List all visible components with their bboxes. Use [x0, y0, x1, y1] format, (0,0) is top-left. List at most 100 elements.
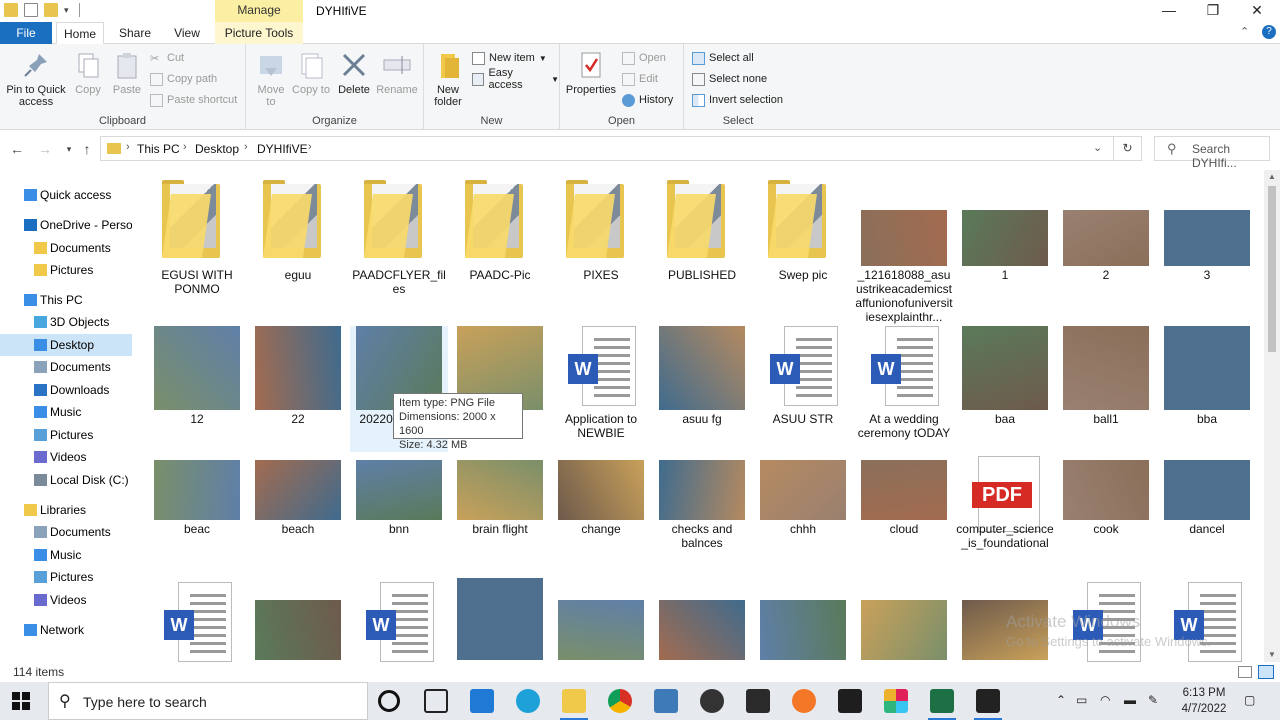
file-item[interactable] — [552, 578, 650, 662]
file-item[interactable] — [855, 578, 953, 662]
windows-start-icon[interactable] — [12, 692, 30, 710]
sidebar-item-onedrive-person[interactable]: OneDrive - Person — [0, 214, 132, 236]
slack-icon[interactable] — [884, 689, 908, 713]
file-explorer-icon[interactable] — [560, 689, 588, 720]
pen-icon[interactable]: ✎ — [1148, 693, 1158, 707]
cortana-icon[interactable] — [378, 690, 400, 712]
copy-to-button[interactable]: Copy to — [292, 50, 330, 96]
folder-item[interactable]: PAADCFLYER_files — [350, 180, 448, 330]
pin-quick-access-button[interactable]: Pin to Quick access — [4, 50, 68, 108]
taskbar-search-input[interactable]: ⚲ Type here to search — [48, 682, 368, 720]
sidebar-item-videos[interactable]: Videos — [0, 589, 132, 611]
search-input[interactable]: ⚲ Search DYHIfi... — [1154, 136, 1270, 170]
tab-share[interactable]: Share — [112, 22, 158, 44]
vertical-scrollbar[interactable]: ▲ ▼ — [1264, 170, 1280, 662]
address-bar[interactable]: › This PC › Desktop › DYHIfiVE › ⌄ — [100, 136, 1114, 161]
file-item[interactable]: asuu fg — [653, 326, 751, 452]
mail-icon[interactable] — [470, 689, 494, 713]
file-item[interactable]: checks and balnces — [653, 452, 751, 578]
details-view-icon[interactable] — [1238, 666, 1252, 678]
properties-check-icon[interactable] — [24, 3, 38, 17]
taskbar-clock[interactable]: 6:13 PM 4/7/2022 — [1172, 685, 1236, 717]
select-all-button[interactable]: Select all — [692, 49, 754, 67]
sidebar-item-quick-access[interactable]: Quick access — [0, 184, 132, 206]
copy-path-button[interactable]: Copy path — [150, 70, 217, 88]
file-item[interactable]: baa — [956, 326, 1054, 452]
delete-button[interactable]: Delete — [334, 50, 374, 96]
file-item[interactable]: beach — [249, 452, 347, 578]
battery-icon[interactable]: ▬ — [1124, 693, 1136, 707]
close-button[interactable]: ✕ — [1234, 0, 1280, 22]
sticky-app-icon[interactable] — [974, 689, 1002, 720]
sidebar-item-libraries[interactable]: Libraries — [0, 499, 132, 521]
sidebar-item-pictures[interactable]: Pictures — [0, 424, 132, 446]
paste-shortcut-button[interactable]: Paste shortcut — [150, 91, 237, 109]
file-item[interactable]: change — [552, 452, 650, 578]
folder-item[interactable]: EGUSI WITH PONMO — [148, 180, 246, 330]
refresh-icon[interactable]: ↻ — [1114, 136, 1142, 161]
wifi-icon[interactable]: ◠ — [1100, 693, 1110, 707]
folder-item[interactable]: PIXES — [552, 180, 650, 330]
manage-context-tab[interactable]: Manage — [215, 0, 303, 22]
file-item[interactable]: chhh — [754, 452, 852, 578]
file-item[interactable]: 2 — [1057, 180, 1155, 330]
edge-icon[interactable] — [516, 689, 540, 713]
sidebar-item-music[interactable]: Music — [0, 544, 132, 566]
large-icons-view-icon[interactable] — [1258, 665, 1274, 679]
file-item[interactable]: beac — [148, 452, 246, 578]
properties-button[interactable]: Properties — [564, 50, 618, 96]
file-item[interactable]: _121618088_asuustrikeacademicstaffuniono… — [855, 180, 953, 330]
cut-button[interactable]: ✂ Cut — [150, 49, 184, 67]
minimize-button[interactable]: — — [1146, 0, 1192, 22]
file-item[interactable]: ball1 — [1057, 326, 1155, 452]
breadcrumb-desktop[interactable]: Desktop — [195, 142, 239, 156]
tab-home[interactable]: Home — [56, 22, 104, 44]
file-item[interactable]: W At a wedding ceremony tODAY — [855, 326, 953, 452]
show-hidden-icons-chevron-icon[interactable]: ⌃ — [1056, 693, 1066, 707]
tab-file[interactable]: File — [0, 22, 52, 44]
history-button[interactable]: History — [622, 91, 673, 109]
folder-item[interactable]: eguu — [249, 180, 347, 330]
sidebar-item-network[interactable]: Network — [0, 619, 132, 641]
file-item[interactable]: 1 — [956, 180, 1054, 330]
ribbon-expand-icon[interactable]: ⌃ — [1240, 25, 1249, 38]
breadcrumb-separator-icon[interactable]: › — [183, 141, 187, 153]
notifications-icon[interactable]: ▢ — [1244, 693, 1255, 707]
new-item-button[interactable]: New item ▼ — [472, 49, 547, 67]
sidebar-item-3d-objects[interactable]: 3D Objects — [0, 311, 132, 333]
invert-selection-button[interactable]: Invert selection — [692, 91, 783, 109]
sidebar-item-local-disk-c[interactable]: Local Disk (C:) — [0, 469, 132, 491]
file-item[interactable]: cloud — [855, 452, 953, 578]
move-to-button[interactable]: Move to — [252, 50, 290, 108]
file-item[interactable] — [754, 578, 852, 662]
sidebar-item-downloads[interactable]: Downloads — [0, 379, 132, 401]
tab-view[interactable]: View — [164, 22, 210, 44]
restore-button[interactable]: ❐ — [1190, 0, 1236, 22]
file-item[interactable]: bnn — [350, 452, 448, 578]
tab-picture-tools[interactable]: Picture Tools — [215, 22, 303, 44]
network-status-icon[interactable]: ▭ — [1076, 693, 1087, 707]
new-folder-icon[interactable] — [44, 3, 58, 17]
file-item[interactable]: W — [148, 578, 246, 662]
breadcrumb-separator-icon[interactable]: › — [308, 141, 312, 153]
customize-toolbar-chevron-icon[interactable]: ▾ — [64, 5, 69, 16]
file-item[interactable]: bba — [1158, 326, 1256, 452]
file-item[interactable]: 3 — [1158, 180, 1256, 330]
easy-access-button[interactable]: Easy access ▼ — [472, 67, 559, 91]
jupyter-icon[interactable] — [792, 689, 816, 713]
sidebar-item-desktop[interactable]: Desktop — [0, 334, 132, 356]
copy-button[interactable]: Copy — [70, 50, 106, 96]
up-arrow-icon[interactable]: ↑ — [76, 138, 98, 160]
edit-button[interactable]: Edit — [622, 70, 658, 88]
open-button[interactable]: Open — [622, 49, 666, 67]
help-icon[interactable]: ? — [1262, 25, 1276, 39]
file-item[interactable]: brain flight — [451, 452, 549, 578]
folder-item[interactable]: Swep pic — [754, 180, 852, 330]
breadcrumb-separator-icon[interactable]: › — [126, 141, 130, 153]
excel-icon[interactable] — [928, 689, 956, 720]
file-item[interactable]: W — [350, 578, 448, 662]
file-item[interactable] — [451, 578, 549, 662]
sidebar-item-pictures[interactable]: Pictures — [0, 259, 132, 281]
file-item[interactable]: 22 — [249, 326, 347, 452]
select-none-button[interactable]: Select none — [692, 70, 767, 88]
